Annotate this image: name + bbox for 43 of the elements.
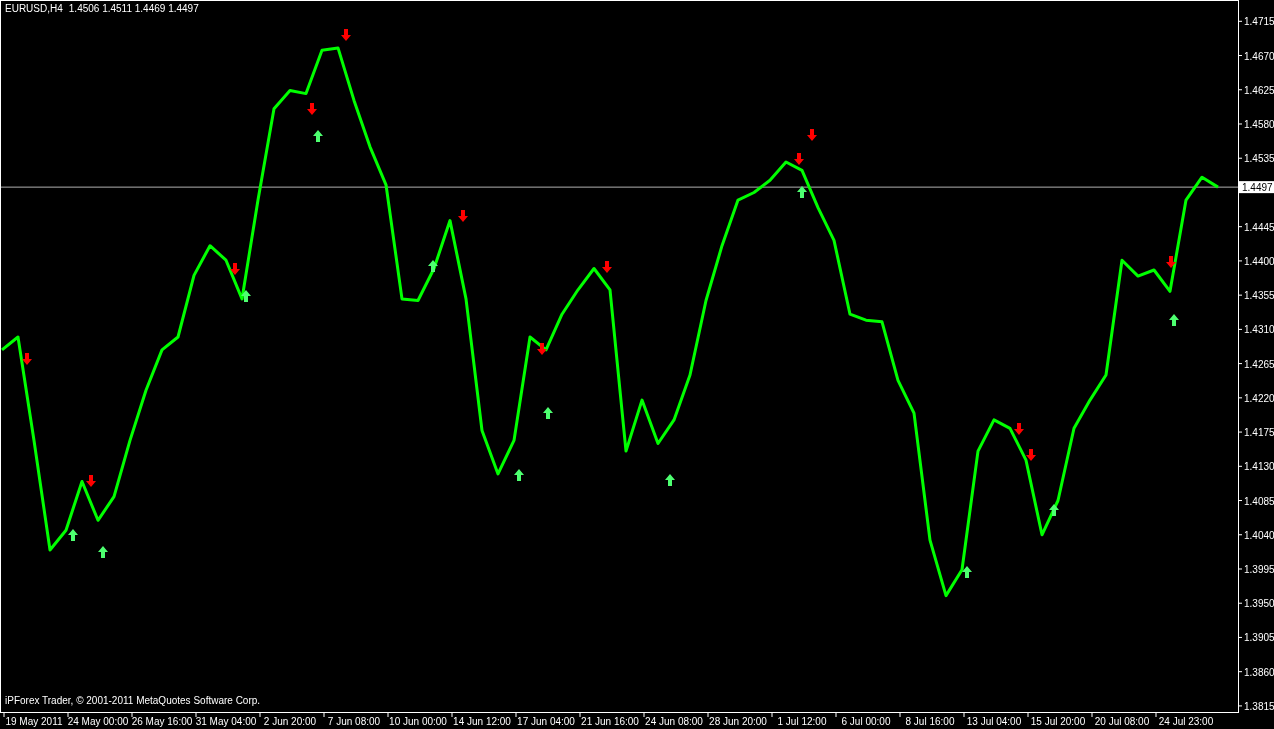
- y-axis-label: 1.4355: [1244, 290, 1274, 302]
- x-axis-label: 21 Jun 16:00: [581, 716, 639, 727]
- x-axis-label: 15 Jul 20:00: [1030, 716, 1086, 727]
- x-axis-label: 24 Jun 08:00: [645, 716, 703, 727]
- x-axis-label: 2 Jun 20:00: [263, 716, 317, 727]
- x-axis-label: 1 Jul 12:00: [777, 716, 827, 727]
- y-axis-label: 1.4085: [1244, 495, 1274, 507]
- y-axis-label: 1.3995: [1244, 564, 1274, 575]
- price-label: 1.4497: [1239, 181, 1274, 194]
- x-axis-label: 28 Jun 20:00: [709, 716, 767, 727]
- x-axis-label: 17 Jun 04:00: [517, 716, 575, 727]
- y-axis-label: 1.4130: [1244, 461, 1274, 473]
- x-axis-label: 6 Jul 00:00: [841, 716, 891, 727]
- quote-values: 1.4506 1.4511 1.4469 1.4497: [68, 3, 199, 14]
- copyright-text: iPForex Trader, © 2001-2011 MetaQuotes Software Corp.: [5, 695, 261, 706]
- y-axis-label: 1.4670: [1244, 50, 1274, 62]
- x-axis-label: 20 Jul 08:00: [1094, 716, 1150, 727]
- x-axis-label: 26 May 16:00: [131, 716, 193, 727]
- y-axis-label: 1.4310: [1244, 324, 1274, 336]
- y-axis-label: 1.4445: [1244, 221, 1274, 233]
- y-axis-label: 1.4535: [1244, 153, 1274, 165]
- y-axis-label: 1.4625: [1244, 84, 1274, 96]
- x-axis-label: 19 May 2011: [5, 716, 63, 727]
- y-axis-label: 1.3815: [1244, 700, 1274, 712]
- y-axis-label: 1.4175: [1244, 427, 1274, 439]
- y-axis-label: 1.4265: [1244, 358, 1274, 370]
- y-axis-label: 1.4040: [1244, 529, 1274, 541]
- x-axis-label: 13 Jul 04:00: [966, 716, 1022, 727]
- y-axis-label: 1.3905: [1244, 632, 1274, 644]
- x-axis-label: 24 May 00:00: [67, 716, 129, 727]
- x-axis-label: 24 Jul 23:00: [1158, 716, 1214, 727]
- x-axis-label: 10 Jun 00:00: [389, 716, 447, 727]
- x-axis-label: 8 Jul 16:00: [905, 716, 955, 727]
- y-axis-label: 1.3950: [1244, 598, 1274, 610]
- y-axis-label: 1.4715: [1244, 16, 1274, 28]
- x-axis-label: 14 Jun 12:00: [453, 716, 511, 727]
- y-axis-label: 1.4400: [1244, 255, 1274, 267]
- y-axis-label: 1.3860: [1244, 666, 1274, 678]
- y-axis-label: 1.4220: [1244, 392, 1274, 404]
- symbol-label: EURUSD,H4: [5, 3, 63, 14]
- y-axis-label: 1.4580: [1244, 119, 1274, 130]
- x-axis-label: 31 May 04:00: [195, 716, 257, 727]
- x-axis-label: 7 Jun 08:00: [327, 716, 381, 727]
